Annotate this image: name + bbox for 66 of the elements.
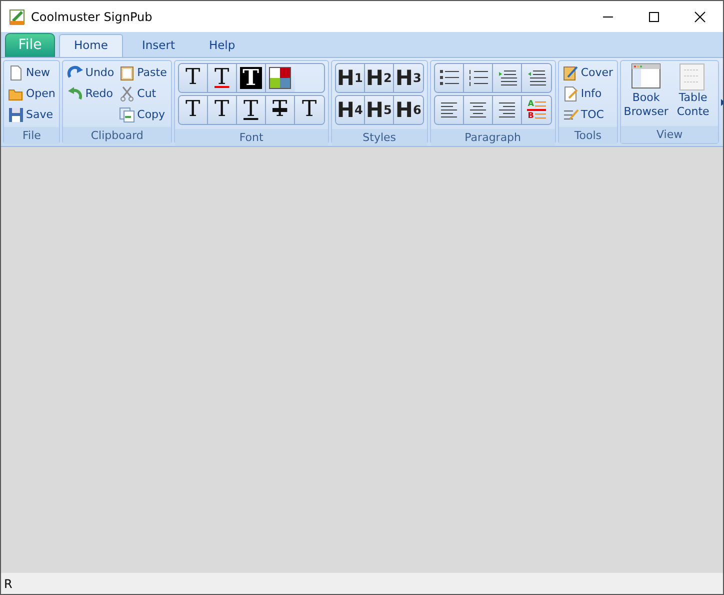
divider-bar-icon [526,109,546,111]
format-button[interactable]: T [294,96,324,124]
format-button[interactable]: T [178,64,208,92]
paragraph-button[interactable] [434,96,464,124]
group-label: View [621,126,718,143]
format-button[interactable]: T [266,96,295,124]
ribbon-tab[interactable]: Insert [126,34,190,57]
copy-pages-icon [119,107,136,123]
align-right-icon [496,100,517,120]
undo-arrow-icon [67,65,84,81]
indent-increase-icon [496,68,517,88]
group-label: Paragraph [430,129,555,146]
page-pencil-icon [562,86,579,102]
scissors-icon [119,86,136,102]
format-button[interactable]: T [236,96,266,124]
ribbon-button[interactable]: TOC [562,105,614,125]
ribbon-tab[interactable]: Home [59,34,123,57]
bullet-list-icon [438,68,459,88]
ribbon-button[interactable]: Info [562,84,614,104]
ribbon-tab[interactable]: Help [194,34,250,57]
ribbon-button[interactable]: Paste [118,63,168,83]
group-label: Clipboard [63,127,171,144]
group-label: File [4,127,60,144]
window-icon [631,63,662,91]
format-button[interactable]: T [178,96,208,124]
paragraph-button[interactable] [522,64,551,92]
status-text: R [4,577,12,591]
ribbon-button[interactable]: Undo [66,63,116,83]
clipboard-icon [119,65,136,81]
ribbon-button[interactable]: Copy [118,105,168,125]
ribbon-button[interactable]: Open [7,84,56,104]
app-logo-icon [9,8,25,24]
new-page-icon [8,65,24,81]
close-icon [692,10,708,22]
format-button[interactable]: T [236,64,266,92]
lines-icon [534,101,546,107]
color-grid-icon [269,67,292,89]
group-label: Styles [332,129,427,146]
format-button[interactable]: T [208,64,237,92]
format-button[interactable]: T [208,96,237,124]
paragraph-button[interactable] [464,64,493,92]
paragraph-button[interactable] [492,96,522,124]
paragraph-button[interactable] [464,96,493,124]
paragraph-button[interactable] [492,64,522,92]
ribbon-button[interactable]: New [7,63,56,83]
align-left-icon [438,100,459,120]
ribbon-button[interactable]: Save [7,105,56,125]
group-label: Tools [558,127,618,144]
maximize-icon [646,10,662,22]
ribbon-button[interactable]: Redo [66,84,116,104]
numbered-list-icon [468,68,488,88]
group-label: Font [174,129,328,146]
redo-arrow-icon [67,86,84,102]
indent-decrease-icon [526,68,546,88]
window-title: Coolmuster SignPub [31,8,152,26]
color-button[interactable] [266,64,295,92]
ribbon-button[interactable]: Book Browser [624,63,668,124]
cover-edit-icon [562,65,579,81]
lines-icon [534,113,546,119]
spacing-letter: A [526,100,535,108]
paragraph-button[interactable] [434,64,464,92]
ribbon-button[interactable]: Cut [118,84,168,104]
ribbon-button[interactable]: Table Conte [671,63,716,124]
ribbon-button[interactable]: Cover [562,63,614,83]
spacing-letter: B [526,112,535,120]
align-center-icon [468,100,488,120]
